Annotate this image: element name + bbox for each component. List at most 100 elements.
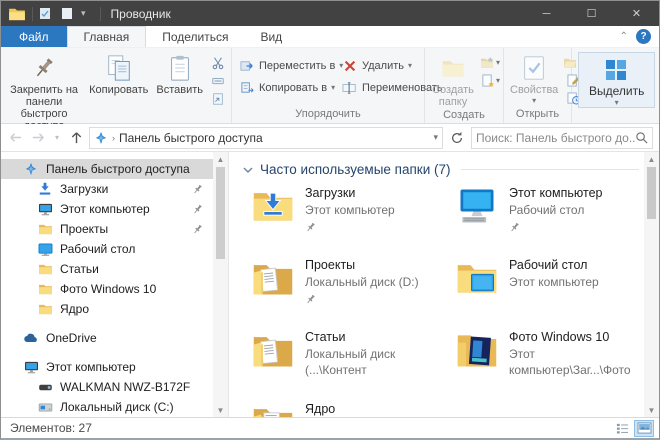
properties-icon xyxy=(519,53,549,83)
tile-name: Ядро xyxy=(305,401,451,417)
paste-shortcut-button[interactable] xyxy=(207,90,229,107)
ribbon-group-clipboard: Закрепить на панели быстрого доступа Коп… xyxy=(1,48,232,123)
thumbnails-view-button[interactable] xyxy=(634,420,654,437)
details-view-button[interactable] xyxy=(612,420,632,437)
search-input[interactable] xyxy=(476,131,635,145)
move-to-button[interactable]: Переместить в▾ xyxy=(240,56,332,75)
tile-downloads-icon xyxy=(251,185,295,231)
sidebar-item-label: Панель быстрого доступа xyxy=(46,162,190,176)
folder-tile-6[interactable]: Фото Windows 10Этот компьютер\Заг...\Фот… xyxy=(455,327,655,399)
properties-button[interactable]: Свойства ▾ xyxy=(506,50,562,105)
tile-desktop-icon xyxy=(455,257,499,303)
new-item-icon xyxy=(480,74,495,87)
folder-tile-4[interactable]: Рабочий столЭтот компьютер xyxy=(455,255,655,327)
section-frequent-folders[interactable]: Часто используемые папки (7) xyxy=(243,162,639,177)
sidebar-scrollbar[interactable]: ▲ ▼ xyxy=(213,152,228,417)
tile-name: Рабочий стол xyxy=(509,257,599,274)
folder-tile-3[interactable]: ПроектыЛокальный диск (D:) xyxy=(251,255,451,327)
sidebar-item-label: Фото Windows 10 xyxy=(60,282,156,296)
items-count: Элементов: 27 xyxy=(10,421,92,435)
sidebar-item-2[interactable]: Загрузки xyxy=(1,179,213,199)
folder-tile-7[interactable]: ЯдроЛокальный ...\windows10i.ru xyxy=(251,399,451,417)
collapse-ribbon-icon[interactable]: ⌃ xyxy=(620,31,628,42)
breadcrumb[interactable]: Панель быстрого доступа xyxy=(119,131,263,145)
forward-button[interactable] xyxy=(28,128,48,148)
group-label-open: Открыть xyxy=(506,107,569,123)
pin-to-quick-access-button[interactable]: Закрепить на панели быстрого доступа xyxy=(3,50,85,132)
main-scroll-down-icon[interactable]: ▼ xyxy=(644,403,659,417)
ribbon-group-select: Выделить ▾ xyxy=(572,48,660,123)
folder-icon xyxy=(37,301,53,317)
refresh-button[interactable] xyxy=(446,127,468,149)
paste-shortcut-icon xyxy=(211,92,225,106)
close-button[interactable]: ✕ xyxy=(614,1,659,26)
breadcrumb-chevron-icon[interactable]: › xyxy=(112,133,115,143)
cut-button[interactable] xyxy=(207,54,229,71)
sidebar-scroll-down-icon[interactable]: ▼ xyxy=(213,403,228,417)
folder-tile-5[interactable]: СтатьиЛокальный диск (...\Контент xyxy=(251,327,451,399)
sidebar-item-6[interactable]: Статьи xyxy=(1,259,213,279)
sidebar-item-label: Этот компьютер xyxy=(46,360,136,374)
tile-location: Этот компьютер\Заг...\Фото xyxy=(509,346,655,378)
sidebar-scroll-up-icon[interactable]: ▲ xyxy=(213,152,228,166)
select-grid-icon xyxy=(604,58,630,84)
sidebar-item-10[interactable]: Этот компьютер xyxy=(1,357,213,377)
clipboard-icon xyxy=(165,53,195,83)
new-folder-button[interactable]: Создать папку xyxy=(427,50,479,108)
easy-access-button[interactable]: ▾ xyxy=(479,54,501,71)
main-scrollbar[interactable]: ▲ ▼ xyxy=(644,152,659,417)
select-button[interactable]: Выделить ▾ xyxy=(578,52,655,108)
tile-computer-icon xyxy=(455,185,499,231)
recent-locations-chevron-icon[interactable]: ▾ xyxy=(51,128,63,148)
new-item-button[interactable]: ▾ xyxy=(479,72,501,89)
tab-share[interactable]: Поделиться xyxy=(146,26,244,47)
ribbon-group-create: Создать папку ▾ ▾ Создать xyxy=(425,48,504,123)
sidebar-item-1[interactable]: Панель быстрого доступа xyxy=(1,159,213,179)
sidebar-item-8[interactable]: Ядро xyxy=(1,299,213,319)
copy-button[interactable]: Копировать xyxy=(85,50,152,96)
tab-file[interactable]: Файл xyxy=(1,26,67,47)
sidebar-item-7[interactable]: Фото Windows 10 xyxy=(1,279,213,299)
sidebar-item-12[interactable]: Локальный диск (C:) xyxy=(1,397,213,417)
main-scroll-thumb[interactable] xyxy=(647,167,656,219)
qat-new-folder-button[interactable] xyxy=(59,7,75,21)
folder-tile-1[interactable]: ЗагрузкиЭтот компьютер xyxy=(251,183,451,255)
sidebar-scroll-thumb[interactable] xyxy=(216,167,225,259)
minimize-button[interactable]: ─ xyxy=(524,1,569,26)
tile-location: Рабочий стол xyxy=(509,202,602,218)
explorer-window: ▾ Проводник ─ ☐ ✕ Файл Главная Поделитьс… xyxy=(0,0,660,440)
qastar-icon xyxy=(23,161,39,177)
navigation-pane: Панель быстрого доступаЗагрузкиЭтот комп… xyxy=(1,152,229,417)
address-bar[interactable]: › Панель быстрого доступа ▾ xyxy=(89,127,443,149)
sidebar-item-9[interactable]: OneDrive xyxy=(1,328,213,348)
tile-docs-icon xyxy=(251,257,295,303)
window-title: Проводник xyxy=(100,7,171,21)
tab-view[interactable]: Вид xyxy=(244,26,298,47)
copy-to-icon xyxy=(240,80,255,96)
paste-button[interactable]: Вставить xyxy=(152,50,207,96)
copy-to-button[interactable]: Копировать в▾ xyxy=(240,78,332,97)
sidebar-item-11[interactable]: WALKMAN NWZ-B172F xyxy=(1,377,213,397)
qat-customize-chevron-icon[interactable]: ▾ xyxy=(81,8,86,19)
sidebar-item-4[interactable]: Проекты xyxy=(1,219,213,239)
sidebar-item-label: WALKMAN NWZ-B172F xyxy=(60,380,190,394)
section-collapse-icon[interactable] xyxy=(243,166,253,174)
main-scroll-up-icon[interactable]: ▲ xyxy=(644,152,659,166)
title-bar: ▾ Проводник ─ ☐ ✕ xyxy=(1,1,659,26)
ribbon-tabs: Файл Главная Поделиться Вид ⌃ ? xyxy=(1,26,659,48)
pin-icon xyxy=(305,222,316,233)
sidebar-item-3[interactable]: Этот компьютер xyxy=(1,199,213,219)
tab-home[interactable]: Главная xyxy=(67,26,147,47)
search-icon[interactable] xyxy=(635,131,648,144)
folder-tile-2[interactable]: Этот компьютерРабочий стол xyxy=(455,183,655,255)
pin-icon xyxy=(305,294,316,305)
up-button[interactable] xyxy=(66,128,86,148)
back-button[interactable] xyxy=(5,128,25,148)
qat-properties-button[interactable] xyxy=(37,7,53,21)
maximize-button[interactable]: ☐ xyxy=(569,1,614,26)
sidebar-item-5[interactable]: Рабочий стол xyxy=(1,239,213,259)
pushpin-icon xyxy=(29,53,59,83)
address-dropdown-icon[interactable]: ▾ xyxy=(433,132,438,143)
help-icon[interactable]: ? xyxy=(636,29,651,44)
copy-path-button[interactable] xyxy=(207,72,229,89)
